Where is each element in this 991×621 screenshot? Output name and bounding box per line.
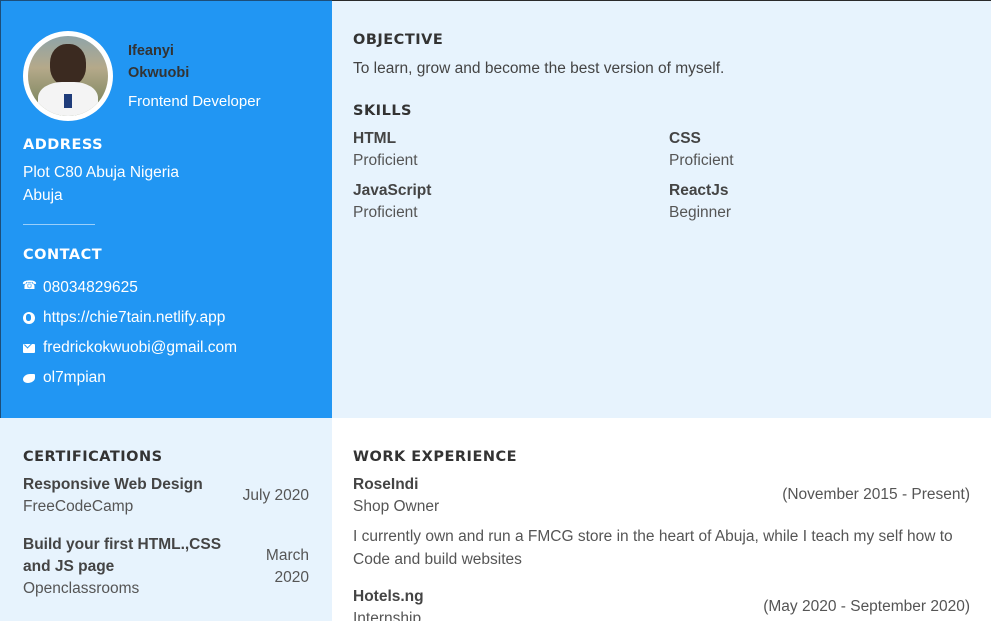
contact-website[interactable]: https://chie7tain.netlify.app xyxy=(23,306,225,329)
skill-name: CSS xyxy=(669,130,701,147)
last-name: Okwuobi xyxy=(128,65,190,81)
skill-name: ReactJs xyxy=(669,182,729,199)
avatar xyxy=(23,31,113,121)
certification-item: Build your first HTML.,CSS and JS page O… xyxy=(23,534,313,600)
address-line-1: Plot C80 Abuja Nigeria xyxy=(23,164,179,181)
profile-name: Ifeanyi Okwuobi xyxy=(128,40,278,84)
address-title: ADDRESS xyxy=(23,137,104,153)
skill-level: Proficient xyxy=(353,204,418,221)
skill-item: CSS Proficient xyxy=(669,128,734,172)
skill-level: Proficient xyxy=(669,152,734,169)
job-item: RoseIndi Shop Owner (November 2015 - Pre… xyxy=(353,474,973,571)
globe-icon xyxy=(23,311,35,324)
website-link[interactable]: https://chie7tain.netlify.app xyxy=(43,306,225,329)
job-item: Hotels.ng Internship (May 2020 - Septemb… xyxy=(353,586,973,621)
objective-text: To learn, grow and become the best versi… xyxy=(353,60,725,77)
resume-page: Ifeanyi Okwuobi Frontend Developer ADDRE… xyxy=(0,0,991,621)
first-name: Ifeanyi xyxy=(128,43,174,59)
work-experience-title: WORK EXPERIENCE xyxy=(353,449,518,465)
contact-phone[interactable]: 08034829625 xyxy=(22,276,138,299)
address-line-2: Abuja xyxy=(23,187,63,204)
certification-date: July 2020 xyxy=(242,487,309,504)
skill-level: Proficient xyxy=(353,152,418,169)
twitter-icon xyxy=(23,372,35,384)
job-date: (May 2020 - September 2020) xyxy=(763,598,970,615)
job-description: I currently own and run a FMCG store in … xyxy=(353,528,953,568)
certification-date: March 2020 xyxy=(265,547,309,586)
contact-email[interactable]: fredrickokwuobi@gmail.com xyxy=(23,336,237,359)
profile-photo xyxy=(28,36,108,116)
job-date: (November 2015 - Present) xyxy=(782,486,970,503)
divider xyxy=(23,224,95,225)
objective-title: OBJECTIVE xyxy=(353,32,444,48)
profile-role: Frontend Developer xyxy=(128,93,261,110)
skill-item: JavaScript Proficient xyxy=(353,180,431,224)
skill-name: JavaScript xyxy=(353,182,432,199)
contact-title: CONTACT xyxy=(23,247,103,263)
twitter-handle[interactable]: ol7mpian xyxy=(43,366,106,389)
contact-twitter[interactable]: ol7mpian xyxy=(23,366,106,389)
mail-icon xyxy=(23,344,35,353)
skill-name: HTML xyxy=(353,130,397,147)
skill-item: HTML Proficient xyxy=(353,128,418,172)
certification-name: Responsive Web Design xyxy=(23,476,203,493)
certification-name: Build your first HTML.,CSS and JS page xyxy=(23,536,222,575)
phone-icon xyxy=(22,278,37,294)
skills-title: SKILLS xyxy=(353,103,412,119)
certification-item: Responsive Web Design FreeCodeCamp July … xyxy=(23,474,313,518)
skill-item: ReactJs Beginner xyxy=(669,180,731,224)
phone-text: 08034829625 xyxy=(43,279,138,296)
email-link[interactable]: fredrickokwuobi@gmail.com xyxy=(43,336,237,359)
certifications-title: CERTIFICATIONS xyxy=(23,449,163,465)
skill-level: Beginner xyxy=(669,204,732,221)
